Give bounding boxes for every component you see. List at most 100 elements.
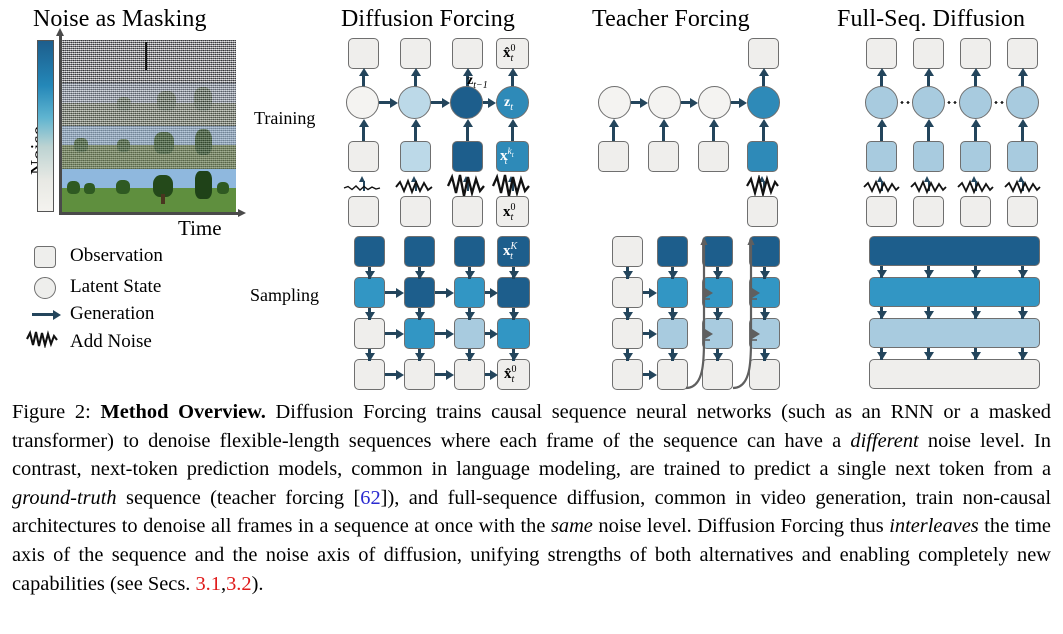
df-train-input-2 bbox=[400, 141, 431, 172]
df-train-arrowhead-up-2 bbox=[410, 68, 421, 76]
frame-row-1 bbox=[62, 40, 236, 83]
row-label-training: Training bbox=[254, 108, 316, 128]
fsd-train-dotted-link-2 bbox=[946, 101, 958, 104]
df-sample-r1-c3 bbox=[454, 236, 485, 267]
df-train-bottom-obs-3 bbox=[452, 196, 483, 227]
noise-masking-frame-grid bbox=[62, 40, 236, 212]
tf-train-noise-squiggle-icon bbox=[746, 175, 779, 197]
caption-text-5: noise level. Diffusion Forcing thus bbox=[592, 515, 890, 538]
frame-r4-c3 bbox=[149, 169, 193, 212]
frame-r4-c4 bbox=[192, 169, 236, 212]
df-train-top-obs-3 bbox=[452, 38, 483, 69]
fsd-train-noise-squiggle-3-icon bbox=[957, 179, 994, 195]
tf-train-latent-1 bbox=[598, 86, 631, 119]
df-train-latent-3 bbox=[450, 86, 483, 119]
caption-italic-interleaves: interleaves bbox=[889, 515, 979, 538]
tf-train-input-1 bbox=[598, 141, 629, 172]
df-train-label-zt-minus-1: zt−1 bbox=[467, 73, 488, 91]
df-sample-r3-c2 bbox=[404, 318, 435, 349]
frame-row-2 bbox=[62, 83, 236, 126]
df-train-arrowhead-up-1 bbox=[358, 68, 369, 76]
caption-text-3: sequence (teacher forcing [ bbox=[116, 486, 361, 509]
tf-sample-r2-c1 bbox=[612, 277, 643, 308]
x-axis-line bbox=[59, 212, 239, 215]
y-axis-arrowhead-icon bbox=[55, 28, 64, 36]
fsd-sample-bar-1 bbox=[869, 236, 1040, 266]
frame-r4-c1 bbox=[62, 169, 106, 212]
fsd-train-latent-1 bbox=[865, 86, 898, 119]
legend-label-generation: Generation bbox=[70, 303, 155, 324]
df-sample-r3-c4 bbox=[497, 318, 530, 349]
df-sample-r1-c1 bbox=[354, 236, 385, 267]
df-sample-r2-c1 bbox=[354, 277, 385, 308]
df-train-arrowhead-in-3 bbox=[462, 119, 473, 127]
caption-bold-lead: Method Overview. bbox=[100, 401, 266, 423]
df-train-label-x0: x0t bbox=[503, 202, 516, 223]
fsd-train-top-obs-2 bbox=[913, 38, 944, 69]
df-train-arrowhead-in-1 bbox=[358, 119, 369, 127]
tf-train-input-3 bbox=[698, 141, 729, 172]
fsd-train-noise-squiggle-4-icon bbox=[1004, 179, 1041, 195]
row-label-sampling: Sampling bbox=[250, 285, 320, 305]
df-train-bottom-obs-1 bbox=[348, 196, 379, 227]
df-train-noise-squiggle-1-icon bbox=[343, 185, 381, 191]
caption-secref-3-2[interactable]: 3.2 bbox=[226, 573, 252, 595]
caption-italic-ground-truth: ground-truth bbox=[12, 486, 117, 509]
df-sample-r1-c2 bbox=[404, 236, 435, 267]
fsd-train-top-obs-4 bbox=[1007, 38, 1038, 69]
column-title-teacher-forcing: Teacher Forcing bbox=[592, 6, 750, 32]
noise-colorbar bbox=[37, 40, 54, 212]
df-train-top-obs-2 bbox=[400, 38, 431, 69]
fsd-train-input-4 bbox=[1007, 141, 1038, 172]
fsd-train-bottom-obs-1 bbox=[866, 196, 897, 227]
df-sample-r4-c3 bbox=[454, 359, 485, 390]
tf-train-input-4 bbox=[747, 141, 778, 172]
fsd-train-dotted-link-1 bbox=[899, 101, 911, 104]
fsd-sample-bar-4 bbox=[869, 359, 1040, 389]
df-train-latent-2 bbox=[398, 86, 431, 119]
frame-row-3 bbox=[62, 126, 236, 169]
df-train-hchain-head-2 bbox=[442, 97, 450, 108]
df-sample-r2-c2 bbox=[404, 277, 435, 308]
fsd-train-noise-squiggle-2-icon bbox=[910, 179, 947, 195]
legend-latent-state-icon bbox=[34, 277, 56, 299]
fsd-train-noise-squiggle-1-icon bbox=[863, 179, 900, 195]
fsd-sample-bar-2 bbox=[869, 277, 1040, 307]
df-sample-label-xK: xKt bbox=[503, 241, 518, 262]
df-train-hchain-head-3 bbox=[488, 97, 496, 108]
fsd-train-latent-4 bbox=[1006, 86, 1039, 119]
caption-secref-3-1[interactable]: 3.1 bbox=[195, 573, 221, 595]
legend-add-noise-icon bbox=[26, 330, 58, 348]
tf-train-latent-3 bbox=[698, 86, 731, 119]
tf-sample-r4-c1 bbox=[612, 359, 643, 390]
df-train-arrowhead-in-4 bbox=[507, 119, 518, 127]
legend-observation-icon bbox=[34, 246, 56, 268]
df-train-noise-squiggle-2-icon bbox=[395, 178, 433, 195]
fsd-train-input-2 bbox=[913, 141, 944, 172]
caption-italic-same: same bbox=[550, 515, 593, 538]
caption-italic-different: different bbox=[850, 429, 919, 452]
df-train-arrowhead-up-4 bbox=[507, 68, 518, 76]
x-axis-label-time: Time bbox=[178, 216, 222, 240]
column-title-diffusion-forcing: Diffusion Forcing bbox=[341, 6, 515, 32]
df-sample-r3-c3 bbox=[454, 318, 485, 349]
df-train-hchain-head-1 bbox=[390, 97, 398, 108]
tf-train-latent-4 bbox=[747, 86, 780, 119]
tf-train-source-obs bbox=[747, 196, 778, 227]
fsd-train-latent-3 bbox=[959, 86, 992, 119]
df-train-input-1 bbox=[348, 141, 379, 172]
fsd-train-input-3 bbox=[960, 141, 991, 172]
df-train-label-xkt: xktt bbox=[500, 147, 514, 167]
tf-sample-r3-c1 bbox=[612, 318, 643, 349]
fsd-train-bottom-obs-3 bbox=[960, 196, 991, 227]
fsd-train-latent-2 bbox=[912, 86, 945, 119]
caption-citation-62[interactable]: 62 bbox=[360, 487, 380, 509]
column-title-full-seq-diffusion: Full-Seq. Diffusion bbox=[837, 6, 1026, 32]
tf-train-input-2 bbox=[648, 141, 679, 172]
fsd-train-top-obs-1 bbox=[866, 38, 897, 69]
tf-train-output-obs bbox=[748, 38, 779, 69]
df-train-latent-1 bbox=[346, 86, 379, 119]
fsd-train-top-obs-3 bbox=[960, 38, 991, 69]
figure-caption: Figure 2: Method Overview. Diffusion For… bbox=[12, 398, 1051, 598]
x-axis-arrowhead-icon bbox=[238, 208, 246, 217]
